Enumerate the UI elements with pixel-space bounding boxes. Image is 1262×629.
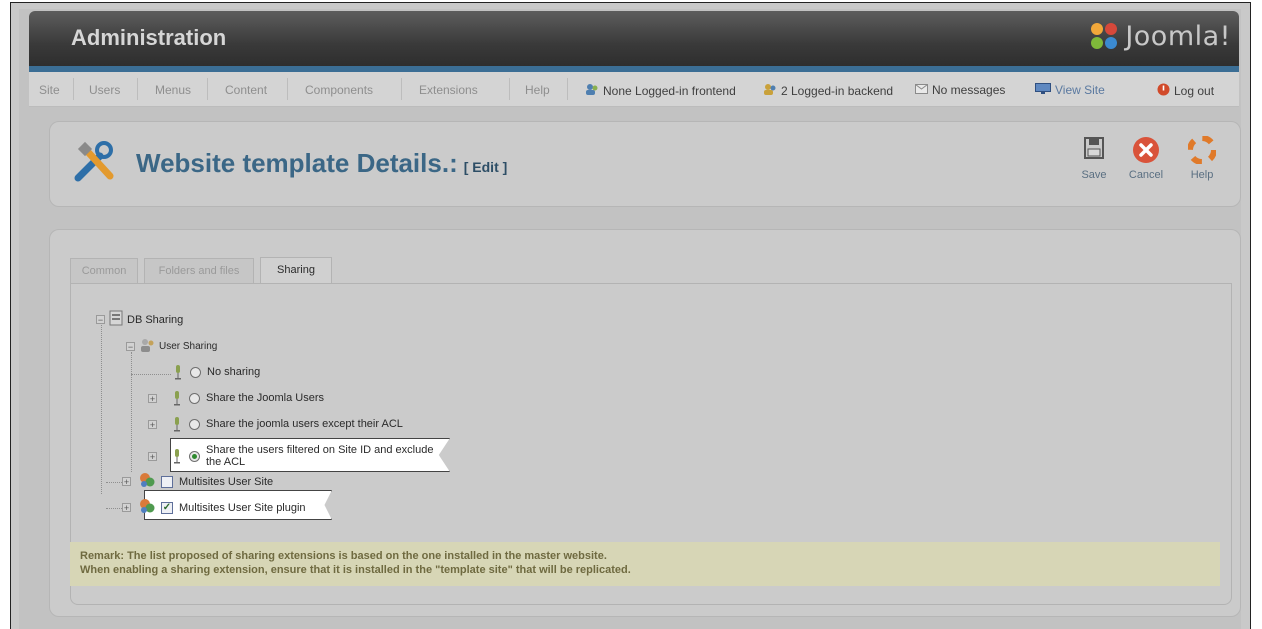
page-subtitle: [ Edit ] (463, 159, 508, 175)
template-tools-icon (70, 138, 118, 186)
plugin-multisites-user-site-plugin[interactable]: + ✓ Multisites User Site plugin (122, 498, 306, 517)
monitor-icon (1035, 83, 1051, 97)
screenshot-frame: Administration Joomla! Site Users Menus … (10, 2, 1251, 629)
cancel-label: Cancel (1128, 169, 1164, 181)
checkbox-multisites-user-site-plugin[interactable]: ✓ (161, 501, 173, 514)
tree-label-user-sharing: User Sharing (159, 341, 218, 352)
joomla-logo-icon (1091, 22, 1119, 51)
help-lifebuoy-icon (1187, 135, 1217, 167)
sharing-option-no-sharing[interactable]: No sharing (172, 364, 260, 380)
expand-toggle-icon[interactable]: + (148, 393, 157, 403)
save-button[interactable]: Save (1074, 136, 1114, 181)
logout-link[interactable]: Log out (1157, 83, 1214, 99)
content-panel: Common Folders and files Sharing − DB Sh… (49, 229, 1241, 617)
tab-sharing[interactable]: Sharing (260, 257, 332, 285)
option-label: No sharing (207, 366, 261, 378)
header-title: Administration (71, 25, 227, 50)
radio-share-filtered-site-id[interactable] (189, 450, 200, 462)
joomla-logo: Joomla! (1091, 21, 1231, 52)
plugin-icon (172, 364, 184, 380)
checkbox-multisites-user-site[interactable] (161, 475, 173, 488)
page-title: Website template Details.:[ Edit ] (136, 148, 508, 178)
radio-share-except-acl[interactable] (189, 418, 200, 430)
power-icon (1157, 83, 1170, 99)
collapse-toggle-icon[interactable]: − (96, 315, 105, 325)
menu-extensions[interactable]: Extensions (419, 83, 478, 97)
plugin-icon (171, 448, 183, 464)
option-label: Share the Joomla Users (206, 392, 324, 404)
view-site-link[interactable]: View Site (1035, 83, 1105, 97)
toolbar-panel: Website template Details.:[ Edit ] Save … (49, 121, 1241, 207)
tab-folders-and-files[interactable]: Folders and files (144, 258, 254, 284)
radio-share-joomla-users[interactable] (189, 392, 200, 404)
menu-help[interactable]: Help (525, 83, 550, 97)
menu-site[interactable]: Site (39, 83, 60, 97)
messages-status[interactable]: No messages (915, 83, 1005, 97)
radio-no-sharing[interactable] (190, 366, 201, 378)
database-icon (109, 310, 123, 329)
remark-line-2: When enabling a sharing extension, ensur… (80, 564, 631, 576)
sharing-option-joomla-users[interactable]: + Share the Joomla Users (148, 390, 324, 406)
plugin-puzzle-icon (139, 472, 155, 491)
tab-common[interactable]: Common (70, 258, 138, 284)
backend-users-status[interactable]: 2 Logged-in backend (763, 83, 893, 98)
expand-toggle-icon[interactable]: + (122, 477, 131, 487)
plugin-multisites-user-site[interactable]: + Multisites User Site (122, 472, 273, 491)
option-label: Share the joomla users except their ACL (206, 418, 403, 430)
user-group-icon (139, 338, 155, 355)
expand-toggle-icon[interactable]: + (122, 503, 131, 513)
envelope-icon (915, 83, 928, 97)
expand-toggle-icon[interactable]: + (148, 451, 157, 461)
help-label: Help (1190, 169, 1214, 181)
frontend-users-status[interactable]: None Logged-in frontend (585, 83, 736, 98)
sharing-option-except-acl[interactable]: + Share the joomla users except their AC… (148, 416, 403, 432)
menu-components[interactable]: Components (305, 83, 373, 97)
option-label: Share the users filtered on Site ID and … (206, 444, 434, 468)
tree-node-db-sharing[interactable]: − DB Sharing (96, 310, 183, 329)
plugin-icon (171, 416, 183, 432)
users-icon (763, 83, 777, 98)
sharing-option-filtered-site-id[interactable]: + Share the users filtered on Site ID an… (148, 444, 446, 468)
cancel-button[interactable]: Cancel (1126, 136, 1166, 181)
remark-note: Remark: The list proposed of sharing ext… (70, 542, 1220, 586)
expand-toggle-icon[interactable]: + (148, 419, 157, 429)
tree-label-db-sharing: DB Sharing (127, 313, 184, 326)
tree-node-user-sharing[interactable]: − User Sharing (126, 338, 217, 355)
joomla-logo-text: Joomla! (1125, 21, 1231, 52)
collapse-toggle-icon[interactable]: − (126, 342, 135, 352)
save-icon (1083, 137, 1105, 163)
users-icon (585, 83, 599, 98)
save-label: Save (1081, 169, 1107, 181)
menu-content[interactable]: Content (225, 83, 267, 97)
menu-users[interactable]: Users (89, 83, 120, 97)
remark-line-1: Remark: The list proposed of sharing ext… (80, 550, 607, 562)
menu-bar: Site Users Menus Content Components Exte… (29, 72, 1239, 107)
plugin-label: Multisites User Site (179, 475, 274, 488)
plugin-puzzle-icon (139, 498, 155, 517)
help-button[interactable]: Help (1182, 135, 1222, 181)
plugin-label: Multisites User Site plugin (179, 501, 306, 514)
admin-header: Administration Joomla! (29, 11, 1239, 66)
menu-menus[interactable]: Menus (155, 83, 191, 97)
cancel-icon (1132, 137, 1160, 167)
plugin-icon (171, 390, 183, 406)
